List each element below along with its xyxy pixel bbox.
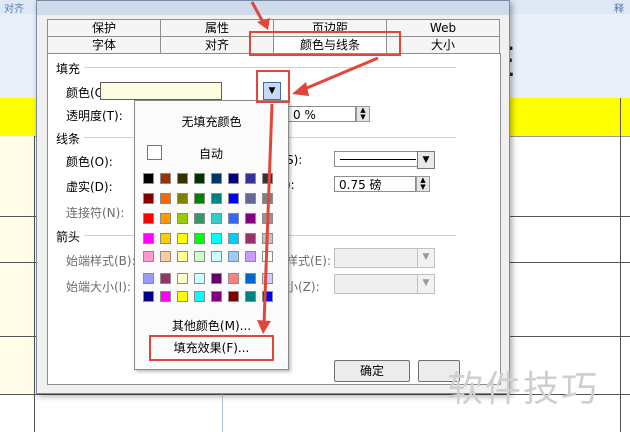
arrow-to-dropdown [301, 56, 379, 92]
arrow-head-tab [257, 18, 270, 30]
watermark: 软件技巧 [447, 369, 600, 410]
arrow-to-fill-effects [262, 103, 274, 325]
arrow-head-dropdown [292, 82, 309, 96]
arrow-head-fill-effects [257, 320, 271, 334]
